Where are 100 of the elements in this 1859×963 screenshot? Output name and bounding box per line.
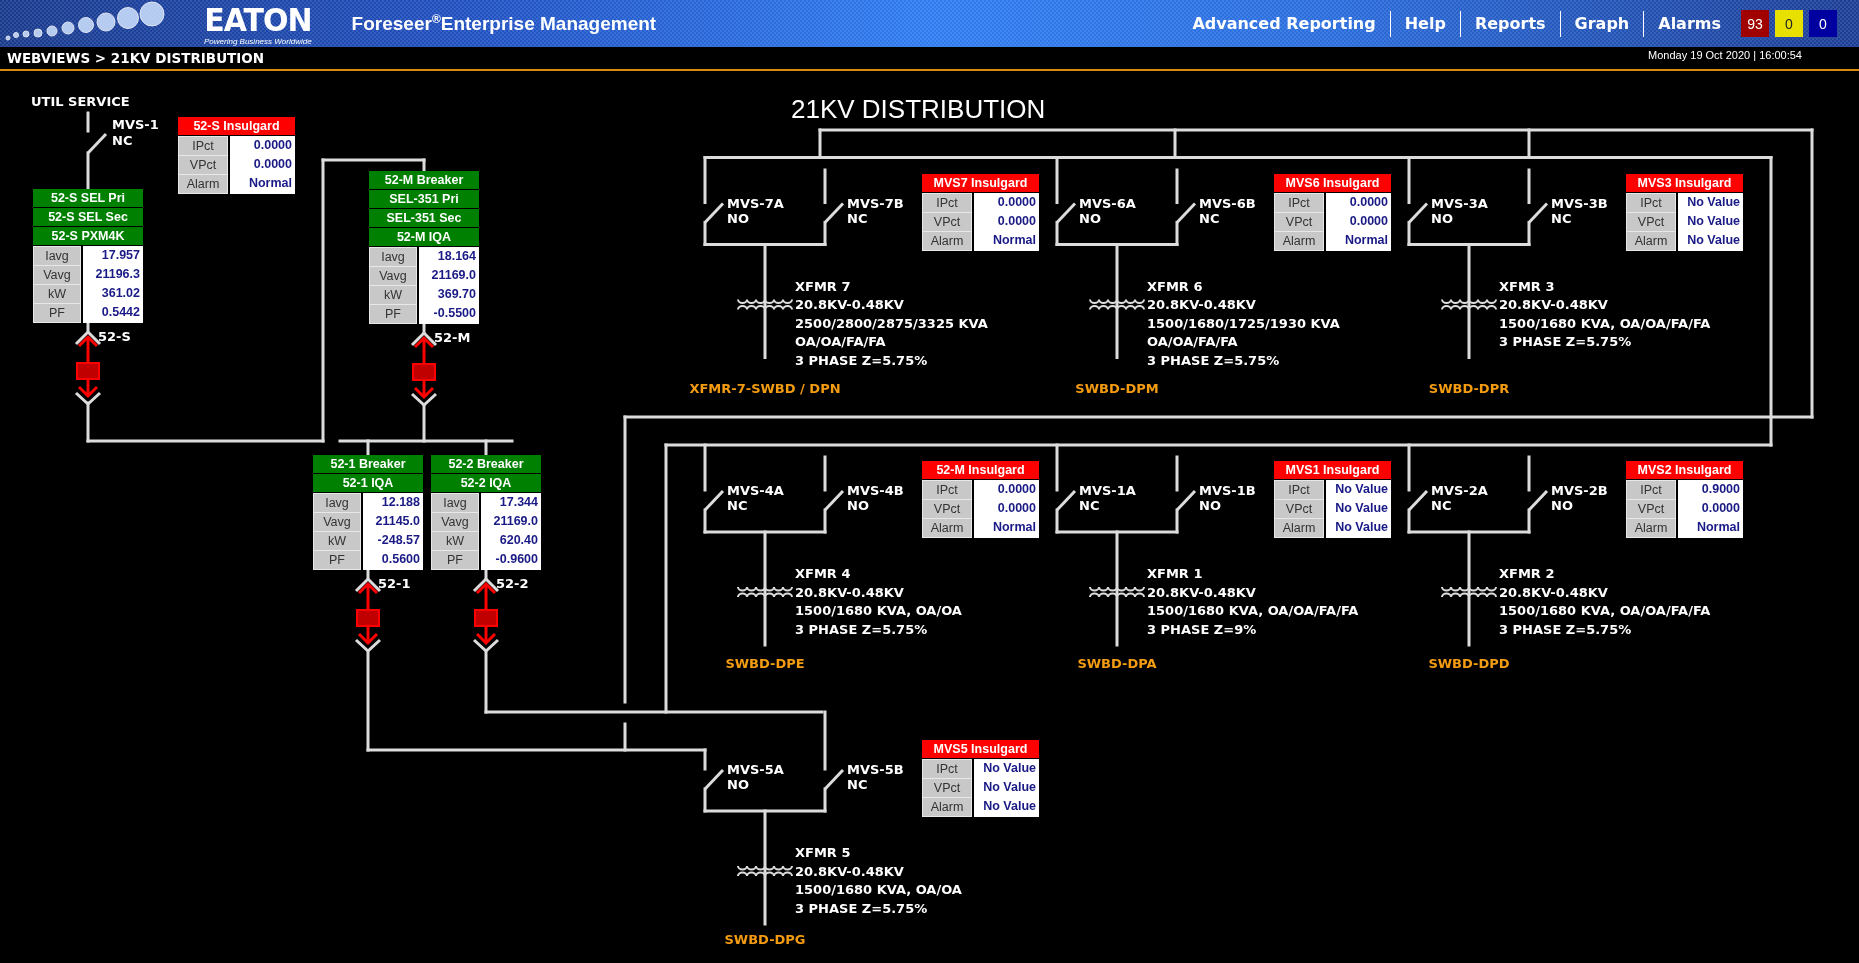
switch-state: NC <box>847 210 868 226</box>
reading-label: Alarm <box>922 230 972 251</box>
reading-label: IPct <box>1274 480 1324 500</box>
reading-label: Alarm <box>1626 518 1676 538</box>
switch-label: MVS-1 <box>112 117 159 132</box>
reading-value: No Value <box>974 778 1039 798</box>
feeder-label: SWBD-DPD <box>1428 656 1510 671</box>
reading-label: Iavg <box>33 246 81 266</box>
switch-icon <box>1055 202 1077 224</box>
transformer-rating: 1500/1680 KVA, OA/OA/FA/FA <box>1499 603 1711 618</box>
switch-label: MVS-3A <box>1431 195 1488 211</box>
bus-line <box>86 111 90 133</box>
transformer-rating: 1500/1680 KVA, OA/OA <box>795 882 962 897</box>
nav-link[interactable]: Help <box>1390 12 1460 35</box>
switch-icon <box>1527 202 1549 224</box>
transformer-rating: 3 PHASE Z=5.75% <box>1147 352 1280 368</box>
bus-line <box>86 151 90 191</box>
transformer-rating: 20.8KV-0.48KV <box>1147 584 1256 600</box>
transformer-icon <box>1441 298 1497 311</box>
date-time: Monday 19 Oct 2020 | 16:00:54 <box>1648 49 1802 61</box>
panel-header: 52-S SEL Pri <box>33 189 143 207</box>
panel-header: 52-1 IQA <box>313 474 423 492</box>
bus-line <box>1175 455 1179 492</box>
switch-state: NO <box>1079 210 1101 226</box>
reading-value: 0.0000 <box>974 499 1039 519</box>
switch-icon <box>703 202 725 224</box>
reading-label: IPct <box>1626 480 1676 500</box>
panel-header: 52-1 Breaker <box>313 455 423 473</box>
reading-label: Alarm <box>922 518 972 538</box>
breadcrumb: WEBVIEWS > 21KV DISTRIBUTION <box>7 50 265 66</box>
reading-label: IPct <box>922 192 972 213</box>
reading-value: 0.0000 <box>1678 499 1743 519</box>
switch-label: MVS-2A <box>1431 483 1488 498</box>
nav-link[interactable]: Alarms <box>1644 12 1735 35</box>
switch-label: MVS-1A <box>1079 483 1136 498</box>
reading-label: Alarm <box>922 797 972 817</box>
transformer-rating: 20.8KV-0.48KV <box>1499 297 1608 312</box>
reading-label: VPct <box>1274 499 1324 519</box>
alarm-count-badge[interactable]: 0 <box>1775 10 1803 37</box>
transformer-icon <box>737 298 793 311</box>
reading-value: 21196.3 <box>83 265 143 285</box>
transformer-rating: 3 PHASE Z=5.75% <box>1499 621 1632 637</box>
feeder-label: SWBD-DPM <box>1075 380 1159 396</box>
reading-value: No Value <box>1326 480 1391 500</box>
reading-value: 18.164 <box>419 247 479 267</box>
panel-header: 52-S Insulgard <box>178 117 295 135</box>
reading-label: Alarm <box>1626 230 1676 251</box>
nav-link[interactable]: Advanced Reporting <box>1178 12 1390 35</box>
nav-link[interactable]: Graph <box>1560 12 1644 35</box>
transformer-icon <box>1089 298 1145 311</box>
reading-value: Normal <box>230 174 295 194</box>
switch-icon <box>823 489 845 512</box>
reading-value: 0.0000 <box>974 211 1039 232</box>
transformer-rating: XFMR 7 <box>795 278 851 294</box>
reading-value: -248.57 <box>363 531 423 551</box>
reading-label: PF <box>369 304 417 324</box>
switch-icon <box>1175 202 1197 224</box>
switch-state: NC <box>727 498 748 513</box>
switch-label: MVS-4A <box>727 483 784 498</box>
reading-value: No Value <box>974 797 1039 817</box>
reading-value: 21169.0 <box>419 266 479 286</box>
reading-value: 620.40 <box>481 531 541 551</box>
reading-label: IPct <box>1626 192 1676 213</box>
reading-label: kW <box>369 285 417 305</box>
reading-value: No Value <box>1678 211 1743 232</box>
feeder-label: SWBD-DPG <box>724 932 806 947</box>
reading-label: PF <box>431 550 479 570</box>
app-title: Foreseer$^{®}$Enterprise Management <box>351 11 657 36</box>
source-label: UTIL SERVICE <box>31 94 130 109</box>
reading-value: -0.9600 <box>481 550 541 570</box>
panel-header: SEL-351 Sec <box>369 209 479 227</box>
switch-state: NC <box>1431 498 1452 513</box>
reading-value: 0.0000 <box>1326 192 1391 213</box>
reading-label: VPct <box>1626 211 1676 232</box>
reading-label: Alarm <box>178 174 228 194</box>
feeder-label: XFMR-7-SWBD / DPN <box>689 380 841 396</box>
nav-link[interactable]: Reports <box>1460 12 1560 35</box>
reading-label: kW <box>431 531 479 551</box>
transformer-rating: OA/OA/FA/FA <box>1147 334 1238 349</box>
reading-value: Normal <box>1326 230 1391 251</box>
transformer-rating: 20.8KV-0.48KV <box>795 863 904 879</box>
alarm-count-badge[interactable]: 93 <box>1741 10 1769 37</box>
switch-label: MVS-5B <box>847 762 904 777</box>
switch-icon <box>1407 202 1429 224</box>
switch-state: NO <box>1551 498 1573 513</box>
reading-label: VPct <box>1274 211 1324 232</box>
bus-line <box>1175 168 1179 204</box>
reading-value: 17.344 <box>481 493 541 513</box>
transformer-icon <box>1441 586 1497 598</box>
transformer-rating: 20.8KV-0.48KV <box>1147 297 1256 312</box>
panel-header: SEL-351 Pri <box>369 190 479 208</box>
panel-header: MVS3 Insulgard <box>1626 173 1743 192</box>
transformer-rating: XFMR 2 <box>1499 566 1555 581</box>
reading-value: No Value <box>974 759 1039 779</box>
panel-header: 52-2 IQA <box>431 474 541 492</box>
bus-line <box>823 168 827 204</box>
alarm-count-badge[interactable]: 0 <box>1809 10 1837 37</box>
feeder-label: SWBD-DPA <box>1077 656 1157 671</box>
switch-state: NC <box>1199 210 1220 226</box>
transformer-rating: XFMR 6 <box>1147 278 1203 294</box>
